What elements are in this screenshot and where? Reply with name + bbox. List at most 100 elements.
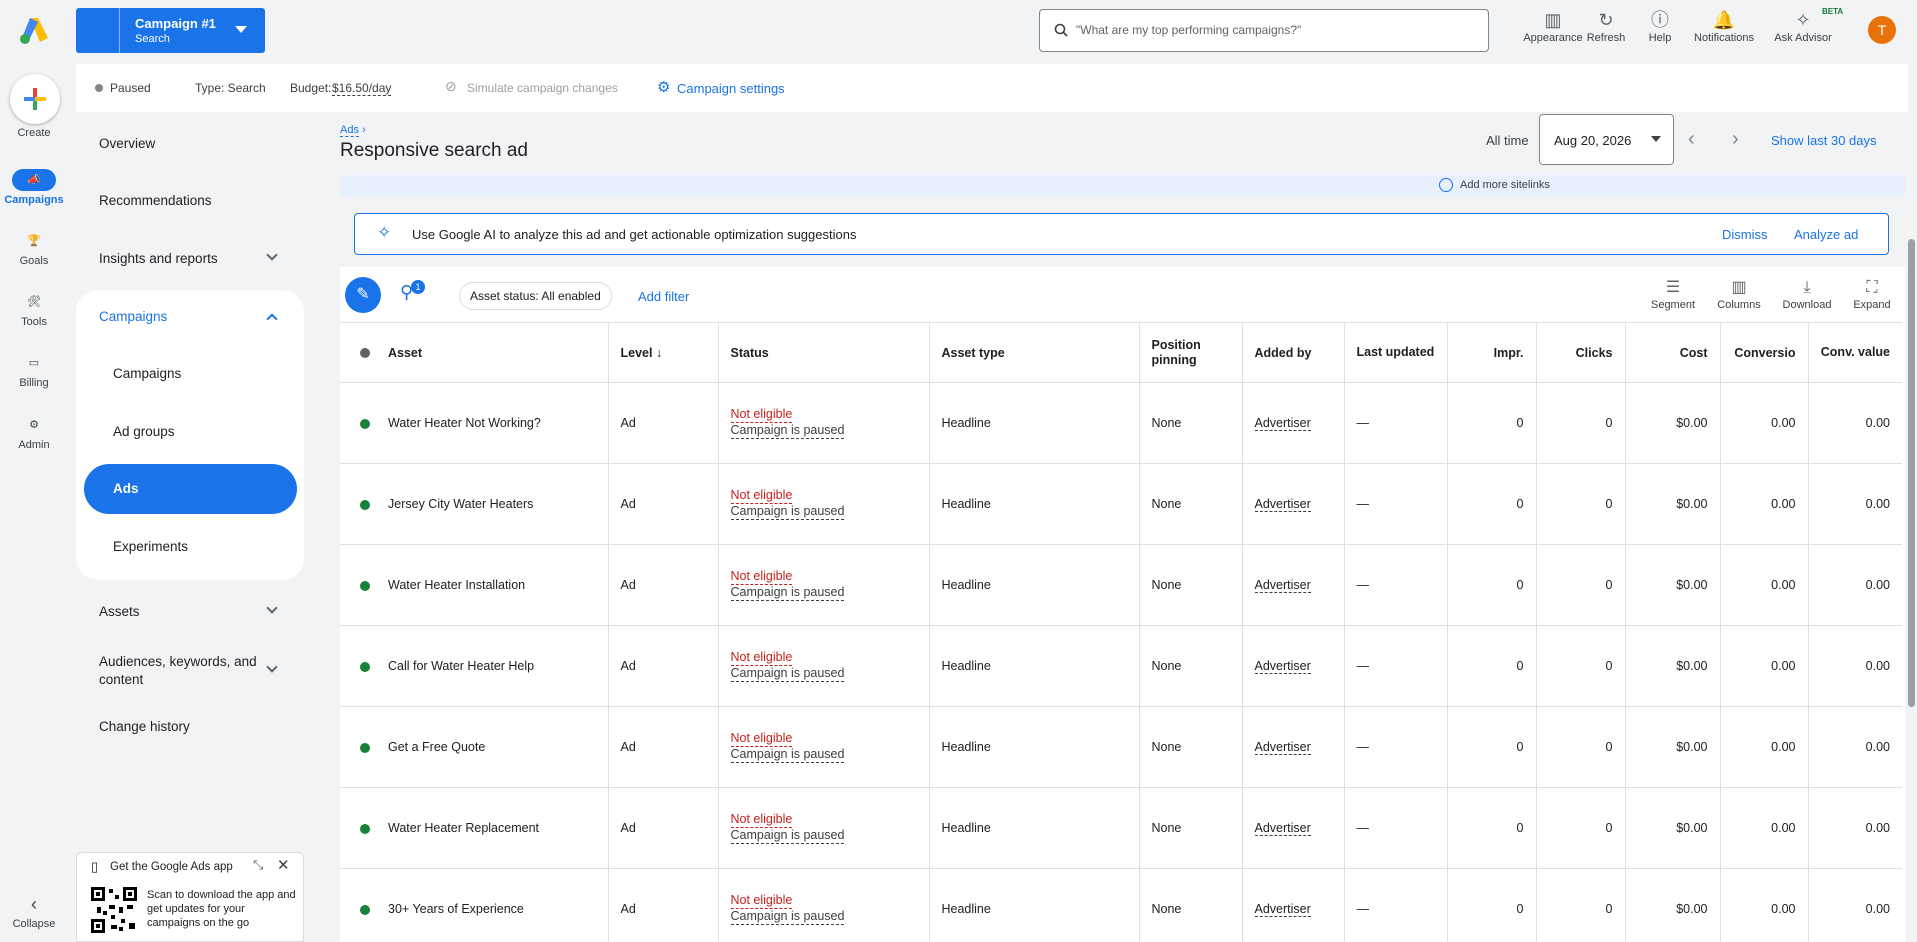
segment-button[interactable]: ☰ Segment <box>1647 277 1699 311</box>
header-added-by[interactable]: Added by <box>1242 322 1345 383</box>
status-not-eligible[interactable]: Not eligible <box>730 650 793 666</box>
added-by-text[interactable]: Advertiser <box>1254 416 1311 431</box>
table-row[interactable]: Jersey City Water Heaters Ad Not eligible C… <box>340 463 1902 545</box>
status-not-eligible[interactable]: Not eligible <box>730 731 793 747</box>
rail-item-campaigns[interactable]: 📣 Campaigns <box>0 169 68 206</box>
rail-item-tools[interactable]: 🛠 Tools <box>0 291 68 328</box>
asset-cell[interactable]: Get a Free Quote <box>340 706 609 788</box>
status-not-eligible[interactable]: Not eligible <box>730 407 793 423</box>
header-asset-type[interactable]: Asset type <box>929 322 1140 383</box>
budget-value[interactable]: $16.50/day <box>332 81 392 96</box>
date-picker[interactable]: Aug 20, 2026 <box>1539 114 1674 165</box>
asset-cell[interactable]: Jersey City Water Heaters <box>340 463 609 545</box>
added-by-text[interactable]: Advertiser <box>1254 578 1311 593</box>
nav-recommendations[interactable]: Recommendations <box>99 193 212 208</box>
status-reason[interactable]: Campaign is paused <box>730 423 845 439</box>
nav-assets[interactable]: Assets <box>99 604 140 619</box>
breadcrumb-ads[interactable]: Ads <box>340 124 359 137</box>
scrollbar-thumb[interactable] <box>1908 239 1915 707</box>
create-button[interactable] <box>10 74 60 124</box>
simulate-button[interactable]: Simulate campaign changes <box>467 81 618 95</box>
search-input[interactable]: "What are my top performing campaigns?" <box>1039 9 1489 52</box>
nav-audiences[interactable]: Audiences, keywords, and content <box>99 653 259 689</box>
header-position-pinning[interactable]: Position pinning <box>1139 322 1243 383</box>
added-by-text[interactable]: Advertiser <box>1254 902 1311 917</box>
table-row[interactable]: 30+ Years of Experience Ad Not eligible Cam… <box>340 868 1902 942</box>
asset-cell[interactable]: Water Heater Not Working? <box>340 382 609 464</box>
table-row[interactable]: Water Heater Replacement Ad Not eligible Ca… <box>340 787 1902 869</box>
status-reason[interactable]: Campaign is paused <box>730 504 845 520</box>
nav-sub-ad-groups[interactable]: Ad groups <box>113 424 175 439</box>
asset-status-filter-chip[interactable]: Asset status: All enabled <box>459 282 612 310</box>
table-row[interactable]: Water Heater Not Working? Ad Not eligible C… <box>340 382 1902 464</box>
add-sitelinks-link[interactable]: Add more sitelinks <box>1460 179 1550 191</box>
added-by-text[interactable]: Advertiser <box>1254 821 1311 836</box>
status-not-eligible[interactable]: Not eligible <box>730 488 793 504</box>
rail-item-goals[interactable]: 🏆 Goals <box>0 230 68 267</box>
added-by-text[interactable]: Advertiser <box>1254 497 1311 512</box>
edit-pencil-button[interactable]: ✎ <box>345 277 381 313</box>
campaign-selector[interactable]: Campaign #1 Search <box>76 8 265 53</box>
close-icon[interactable]: ✕ <box>277 856 290 874</box>
table-row[interactable]: Water Heater Installation Ad Not eligible C… <box>340 544 1902 626</box>
nav-sub-campaigns[interactable]: Campaigns <box>113 366 181 381</box>
nav-overview[interactable]: Overview <box>99 136 155 151</box>
campaign-settings-link[interactable]: Campaign settings <box>677 81 785 96</box>
status-not-eligible[interactable]: Not eligible <box>730 812 793 828</box>
plus-icon <box>24 88 46 110</box>
nav-change-history[interactable]: Change history <box>99 719 190 734</box>
status-not-eligible[interactable]: Not eligible <box>730 893 793 909</box>
asset-cell[interactable]: Water Heater Replacement <box>340 787 609 869</box>
asset-cell[interactable]: 30+ Years of Experience <box>340 868 609 942</box>
status-reason[interactable]: Campaign is paused <box>730 666 845 682</box>
collapse-promo-icon[interactable]: ⤡ <box>253 857 263 873</box>
header-last-updated[interactable]: Last updated <box>1344 322 1448 383</box>
expand-button[interactable]: ⛶ Expand <box>1848 277 1896 311</box>
status-reason[interactable]: Campaign is paused <box>730 909 845 925</box>
rail-item-billing[interactable]: ▭ Billing <box>0 352 68 389</box>
status-not-eligible[interactable]: Not eligible <box>730 569 793 585</box>
status-reason[interactable]: Campaign is paused <box>730 828 845 844</box>
nav-campaigns-group[interactable]: Campaigns <box>99 309 167 324</box>
asset-cell[interactable]: Water Heater Installation <box>340 544 609 626</box>
table-row[interactable]: Get a Free Quote Ad Not eligible Campaign i… <box>340 706 1902 788</box>
help-button[interactable]: ⓘ Help <box>1638 8 1682 44</box>
notifications-button[interactable]: 🔔 Notifications <box>1688 8 1760 44</box>
chevron-down-icon <box>1651 136 1661 142</box>
header-conversions[interactable]: Conversio <box>1720 322 1809 383</box>
enabled-status-icon <box>360 661 370 672</box>
analyze-ad-button[interactable]: Analyze ad <box>1794 227 1858 242</box>
show-last-30-days[interactable]: Show last 30 days <box>1771 133 1877 148</box>
header-cost[interactable]: Cost <box>1625 322 1721 383</box>
header-impr[interactable]: Impr. <box>1447 322 1537 383</box>
download-button[interactable]: ⤓ Download <box>1779 277 1835 311</box>
table-row[interactable]: Call for Water Heater Help Ad Not eligible… <box>340 625 1902 707</box>
header-level[interactable]: Level ↓ <box>608 322 719 383</box>
status-reason[interactable]: Campaign is paused <box>730 585 845 601</box>
rail-item-admin[interactable]: ⚙ Admin <box>0 414 68 451</box>
columns-button[interactable]: ▥ Columns <box>1713 277 1765 311</box>
prev-period-icon[interactable]: ‹ <box>1688 128 1695 151</box>
next-period-icon[interactable]: › <box>1732 128 1739 151</box>
added-by-text[interactable]: Advertiser <box>1254 659 1311 674</box>
header-status[interactable]: Status <box>718 322 930 383</box>
asset-cell[interactable]: Call for Water Heater Help <box>340 625 609 707</box>
nav-sub-experiments[interactable]: Experiments <box>113 539 188 554</box>
header-conv-value[interactable]: Conv. value <box>1808 322 1902 383</box>
header-asset[interactable]: Asset <box>340 322 609 383</box>
appearance-button[interactable]: ▥ Appearance <box>1520 8 1586 44</box>
dismiss-button[interactable]: Dismiss <box>1722 227 1768 242</box>
added-by-text[interactable]: Advertiser <box>1254 740 1311 755</box>
refresh-button[interactable]: ↻ Refresh <box>1580 8 1632 44</box>
add-filter-button[interactable]: Add filter <box>638 289 689 304</box>
status-reason[interactable]: Campaign is paused <box>730 747 845 763</box>
status-cell: Not eligible Campaign is paused <box>718 787 930 869</box>
nav-insights[interactable]: Insights and reports <box>99 251 218 266</box>
scrollbar-track[interactable] <box>1906 113 1916 942</box>
nav-sub-ads[interactable]: Ads <box>113 481 139 496</box>
breadcrumb[interactable]: Ads › <box>340 124 366 137</box>
avatar[interactable]: T <box>1868 16 1896 44</box>
header-clicks[interactable]: Clicks <box>1536 322 1626 383</box>
collapse-button[interactable]: ‹ Collapse <box>0 893 68 930</box>
google-ads-logo[interactable] <box>18 14 50 46</box>
